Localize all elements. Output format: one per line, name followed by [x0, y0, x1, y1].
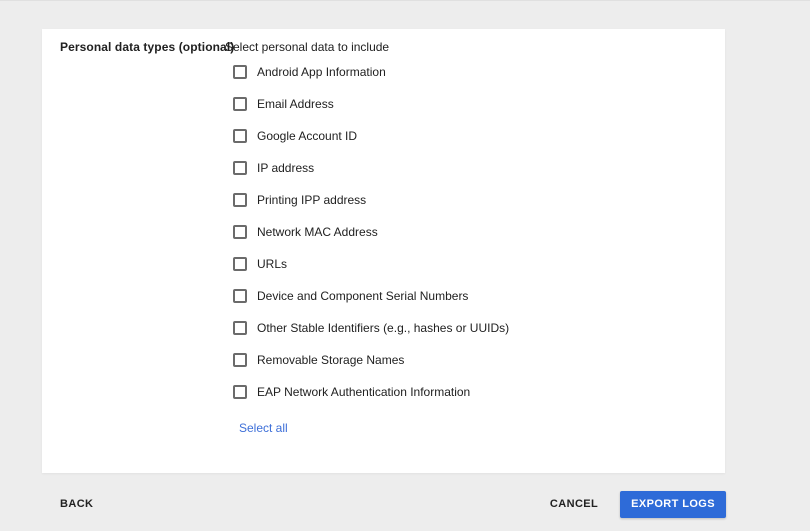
select-data-header: Select personal data to include — [225, 40, 389, 54]
option-checkbox[interactable] — [233, 97, 247, 111]
option-checkbox[interactable] — [233, 321, 247, 335]
option-label[interactable]: Printing IPP address — [257, 193, 366, 207]
option-checkbox[interactable] — [233, 193, 247, 207]
option-row: Device and Component Serial Numbers — [233, 280, 509, 312]
option-row: Network MAC Address — [233, 216, 509, 248]
option-row: Removable Storage Names — [233, 344, 509, 376]
option-row: EAP Network Authentication Information — [233, 376, 509, 408]
option-label[interactable]: Network MAC Address — [257, 225, 378, 239]
option-label[interactable]: Google Account ID — [257, 129, 357, 143]
cancel-button[interactable]: CANCEL — [550, 498, 598, 510]
option-row: Printing IPP address — [233, 184, 509, 216]
options-list: Android App Information Email Address Go… — [233, 56, 509, 408]
option-checkbox[interactable] — [233, 289, 247, 303]
export-logs-button[interactable]: EXPORT LOGS — [620, 491, 726, 518]
option-label[interactable]: Other Stable Identifiers (e.g., hashes o… — [257, 321, 509, 335]
option-row: IP address — [233, 152, 509, 184]
option-label[interactable]: Android App Information — [257, 65, 386, 79]
personal-data-types-label: Personal data types (optional) — [60, 40, 234, 54]
option-checkbox[interactable] — [233, 65, 247, 79]
option-checkbox[interactable] — [233, 161, 247, 175]
option-label[interactable]: IP address — [257, 161, 314, 175]
personal-data-panel: Personal data types (optional) Select pe… — [42, 29, 725, 473]
page-background: Personal data types (optional) Select pe… — [0, 0, 810, 531]
option-checkbox[interactable] — [233, 129, 247, 143]
action-bar: BACK CANCEL EXPORT LOGS — [60, 490, 726, 518]
option-label[interactable]: Removable Storage Names — [257, 353, 404, 367]
option-label[interactable]: EAP Network Authentication Information — [257, 385, 470, 399]
option-row: Google Account ID — [233, 120, 509, 152]
option-label[interactable]: Device and Component Serial Numbers — [257, 289, 468, 303]
option-row: Email Address — [233, 88, 509, 120]
select-all-link[interactable]: Select all — [239, 418, 288, 438]
option-row: Android App Information — [233, 56, 509, 88]
option-label[interactable]: Email Address — [257, 97, 334, 111]
option-checkbox[interactable] — [233, 257, 247, 271]
option-label[interactable]: URLs — [257, 257, 287, 271]
option-checkbox[interactable] — [233, 225, 247, 239]
option-checkbox[interactable] — [233, 353, 247, 367]
option-row: URLs — [233, 248, 509, 280]
option-row: Other Stable Identifiers (e.g., hashes o… — [233, 312, 509, 344]
back-button[interactable]: BACK — [60, 498, 93, 510]
option-checkbox[interactable] — [233, 385, 247, 399]
